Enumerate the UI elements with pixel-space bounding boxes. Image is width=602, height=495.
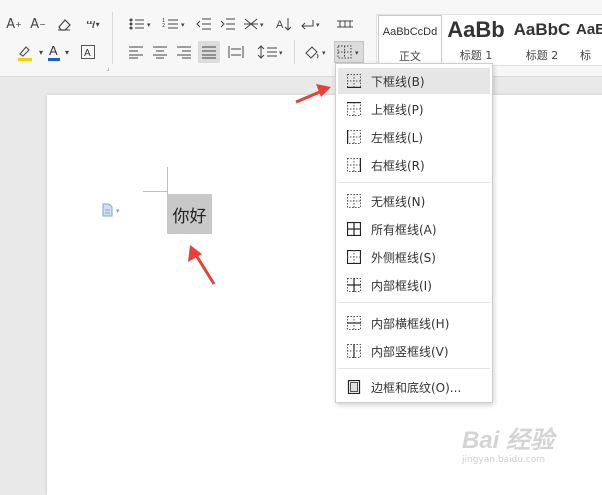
annotation-arrow-menu [295,84,331,104]
border-left-icon [346,130,361,144]
border-dropdown-menu: 下框线(B) 上框线(P) 左框线(L) 右框线(R) 无框线(N) 所有框线(… [335,63,493,403]
menu-item-label: 内部横框线(H) [371,316,450,331]
watermark: Bai 经验 jingyan.baidu.com [462,420,592,470]
menu-item-label: 所有框线(A) [371,222,437,237]
menu-item-label: 上框线(P) [371,102,424,117]
menu-item-bottom-border[interactable]: 下框线(B) [338,68,490,94]
border-bottom-icon [347,74,361,89]
menu-item-inside-vertical-border[interactable]: 内部竖框线(V) [338,338,490,364]
border-all-icon [346,221,362,237]
menu-item-label: 外侧框线(S) [371,250,436,265]
menu-item-label: 内部竖框线(V) [371,344,449,359]
watermark-logo: Bai 经验 [462,427,555,454]
menu-item-label: 无框线(N) [371,194,426,209]
annotation-arrow-cell [188,245,216,285]
annotation-arrows [188,84,331,285]
menu-item-left-border[interactable]: 左框线(L) [338,124,490,150]
menu-item-label: 内部框线(I) [371,278,432,293]
borders-and-shading-icon [347,379,361,395]
menu-item-no-border[interactable]: 无框线(N) [338,188,490,214]
border-right-icon [347,158,362,172]
border-inside-icon [347,278,361,292]
menu-separator [338,302,490,303]
border-outside-icon [346,249,362,265]
menu-item-label: 边框和底纹(O)... [371,380,462,395]
watermark-url: jingyan.baidu.com [462,455,546,465]
border-inside-vertical-icon [347,344,361,358]
menu-item-inside-horizontal-border[interactable]: 内部横框线(H) [338,310,490,336]
menu-item-right-border[interactable]: 右框线(R) [338,152,490,178]
menu-item-label: 右框线(R) [371,158,425,173]
border-none-icon [347,194,361,208]
menu-item-outside-borders[interactable]: 外侧框线(S) [338,244,490,270]
menu-item-borders-and-shading[interactable]: 边框和底纹(O)... [338,374,490,400]
border-top-icon [347,101,361,116]
menu-separator [338,182,490,183]
menu-item-inside-borders[interactable]: 内部框线(I) [338,272,490,298]
menu-item-top-border[interactable]: 上框线(P) [338,96,490,122]
border-inside-horizontal-icon [347,316,361,330]
menu-item-label: 下框线(B) [371,74,425,89]
menu-item-label: 左框线(L) [371,130,424,145]
menu-separator [338,368,490,369]
menu-item-all-borders[interactable]: 所有框线(A) [338,216,490,242]
